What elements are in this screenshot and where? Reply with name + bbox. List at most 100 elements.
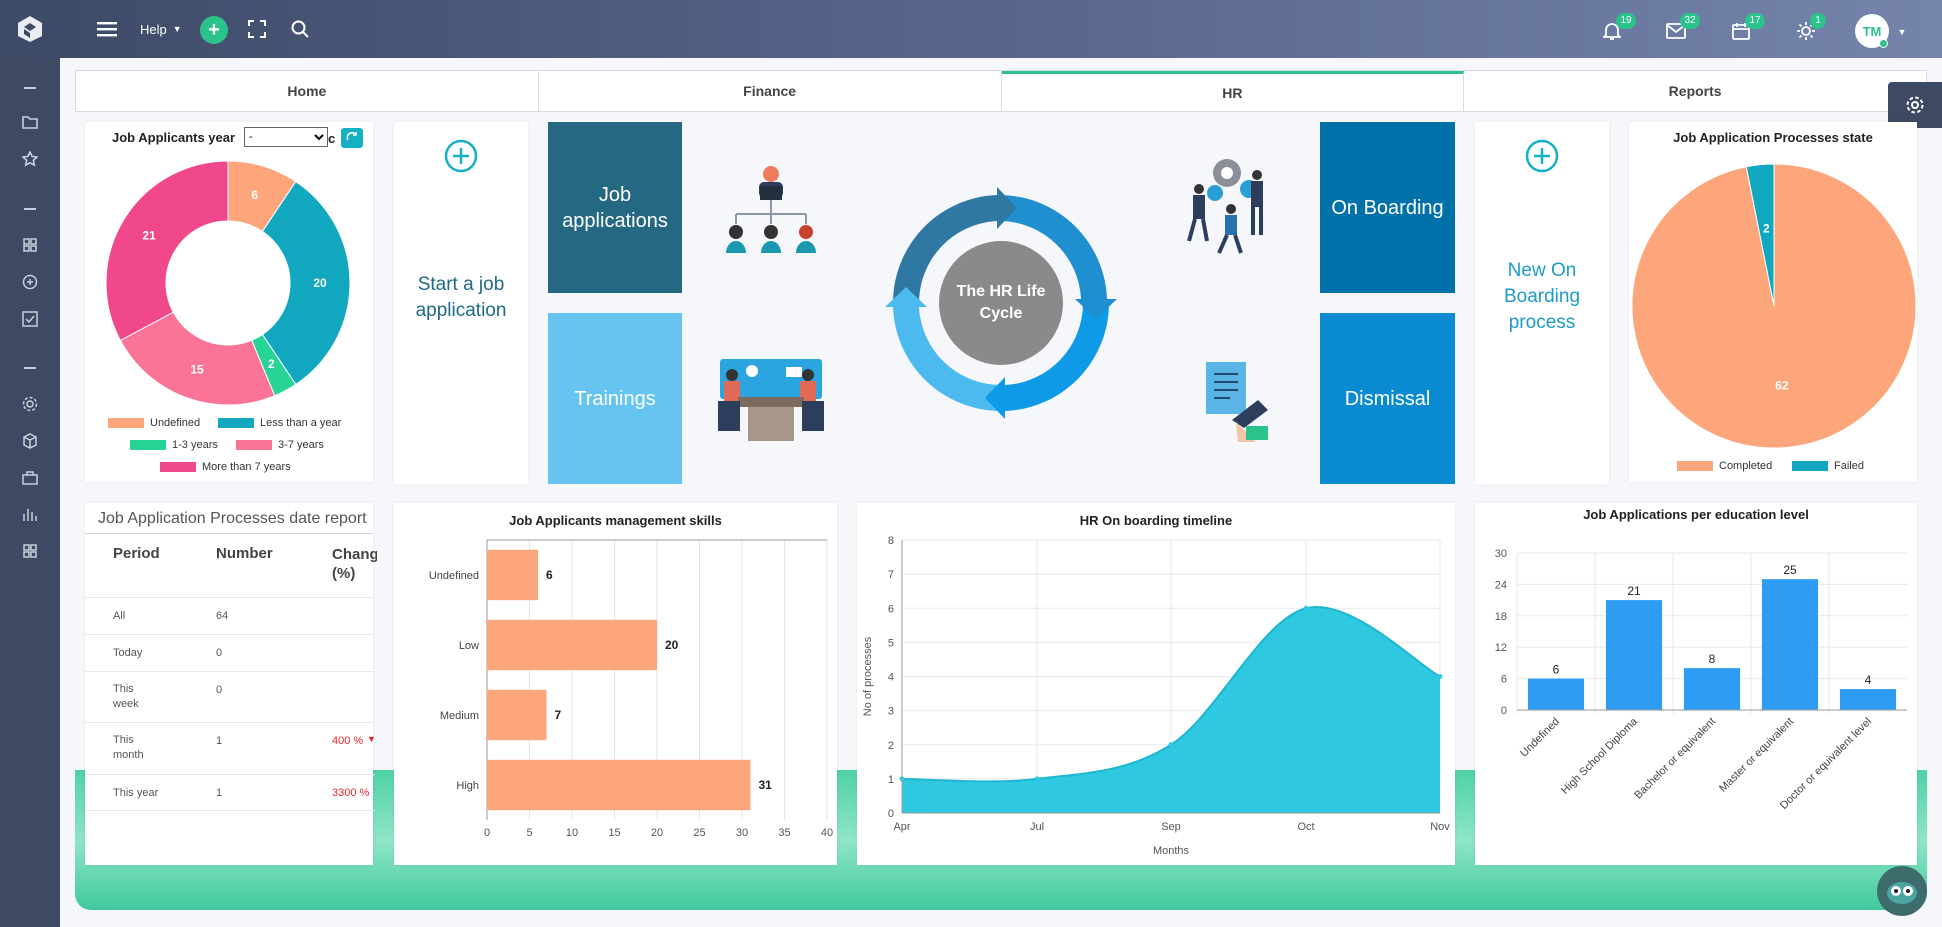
legend-1-3-years: 1-3 years: [130, 439, 218, 451]
menu-icon[interactable]: [96, 18, 118, 40]
avatar-chevron-icon[interactable]: ▼: [1896, 26, 1908, 38]
dismissal-label: Dismissal: [1344, 387, 1431, 410]
data-label: 8: [1709, 652, 1716, 666]
on-boarding-label: On Boarding: [1331, 196, 1444, 219]
bar-chart-icon[interactable]: [19, 503, 41, 525]
data-label: 7: [555, 708, 562, 722]
bar: [487, 689, 547, 741]
x-tick-label: 0: [484, 827, 490, 839]
x-tick-label: Master or equivalent: [1717, 716, 1796, 795]
legend-3-7-years: 3-7 years: [236, 439, 324, 451]
slice-label: 6: [251, 188, 258, 202]
header-period: Period: [113, 545, 160, 562]
education-level-title: Job Applications per education level: [1583, 507, 1809, 522]
tasks-badge: 1: [1810, 13, 1826, 29]
y-tick-label: 6: [888, 603, 894, 615]
dismissal-tile[interactable]: Dismissal: [1320, 313, 1455, 484]
tab-home[interactable]: Home: [76, 71, 539, 111]
y-tick-label: 7: [888, 569, 894, 581]
search-icon[interactable]: [289, 18, 311, 40]
job-applications-label: Job applications: [562, 183, 668, 232]
x-tick-label: Nov: [1430, 821, 1450, 833]
add-button[interactable]: +: [200, 16, 228, 44]
trainings-tile[interactable]: Trainings: [548, 313, 682, 484]
dashboard-tabs: Home Finance HR Reports: [75, 70, 1927, 112]
y-tick-label: 18: [1495, 611, 1507, 623]
bar: [1839, 689, 1897, 710]
hr-life-cycle-label: The HR Life Cycle: [956, 283, 1046, 322]
arrow-down-icon: ▼: [367, 734, 376, 744]
bar: [1683, 668, 1741, 710]
refresh-button[interactable]: [341, 128, 363, 148]
y-tick-label: High: [456, 780, 479, 792]
header-number: Number: [216, 545, 273, 562]
add-circle-icon[interactable]: [19, 271, 41, 293]
date-report-title: Job Application Processes date report: [98, 510, 367, 527]
help-menu[interactable]: Help ▼: [140, 18, 182, 40]
x-tick-label: 20: [651, 827, 663, 839]
y-tick-label: 4: [888, 672, 894, 684]
job-applications-tile[interactable]: Job applications: [548, 122, 682, 293]
y-tick-label: 24: [1495, 579, 1507, 591]
data-label: 21: [1627, 584, 1641, 598]
data-label: 4: [1865, 673, 1872, 687]
sidebar-divider: [24, 87, 36, 89]
table-row: This week 0: [85, 671, 375, 722]
data-point: [1034, 776, 1040, 782]
app-logo[interactable]: [14, 14, 46, 44]
y-tick-label: 5: [888, 637, 894, 649]
y-tick-label: 8: [888, 535, 894, 547]
y-tick-label: Medium: [440, 710, 479, 722]
x-tick-label: Oct: [1297, 821, 1314, 833]
y-tick-label: 3: [888, 706, 894, 718]
bar: [487, 759, 751, 811]
gear-icon[interactable]: [19, 393, 41, 415]
document-signing-illustration: [1206, 362, 1268, 442]
table-row: Today 0: [85, 634, 375, 671]
data-point: [1168, 742, 1174, 748]
table-row: All 64: [85, 597, 375, 634]
folder-icon[interactable]: [19, 111, 41, 133]
header-change: Chang (%): [332, 546, 377, 582]
on-boarding-tile[interactable]: On Boarding: [1320, 122, 1455, 293]
sidebar-divider: [24, 208, 36, 210]
fullscreen-icon[interactable]: [246, 18, 268, 40]
tab-reports[interactable]: Reports: [1464, 71, 1926, 111]
y-tick-label: 12: [1495, 642, 1507, 654]
start-job-application-label: Start a job application: [415, 274, 507, 321]
add-circle-icon[interactable]: [443, 138, 479, 174]
y-tick-label: 2: [888, 740, 894, 752]
year-select[interactable]: -: [244, 127, 328, 147]
chevron-down-icon: ▼: [172, 24, 182, 34]
y-tick-label: 0: [888, 808, 894, 820]
meeting-illustration: [718, 359, 824, 441]
x-tick-label: 10: [566, 827, 578, 839]
apps-icon[interactable]: [19, 540, 41, 562]
add-circle-icon[interactable]: [1524, 138, 1560, 174]
x-tick-label: Apr: [893, 821, 910, 833]
x-tick-label: Bachelor or equivalent: [1632, 716, 1718, 802]
bar: [487, 619, 657, 671]
y-tick-label: 6: [1501, 674, 1507, 686]
data-label: 31: [759, 778, 773, 792]
sidebar-divider: [24, 367, 36, 369]
slice-label: 2: [268, 357, 275, 371]
cube-icon[interactable]: [19, 430, 41, 452]
x-tick-label: 35: [778, 827, 790, 839]
grid-icon[interactable]: [19, 234, 41, 256]
data-label: 6: [546, 568, 553, 582]
star-icon[interactable]: [19, 148, 41, 170]
tab-finance[interactable]: Finance: [539, 71, 1002, 111]
y-axis-label: No of processes: [862, 636, 874, 716]
bar: [1761, 579, 1819, 710]
legend-failed: Failed: [1792, 460, 1864, 472]
y-tick-label: Low: [459, 640, 479, 652]
chatbot-button[interactable]: [1877, 866, 1927, 916]
tab-hr[interactable]: HR: [1001, 71, 1465, 111]
teamwork-illustration: [1187, 159, 1263, 254]
help-label: Help: [140, 21, 167, 37]
table-row: This month 1 400 % ▼: [85, 722, 376, 774]
briefcase-icon[interactable]: [19, 467, 41, 489]
x-tick-label: 40: [821, 827, 833, 839]
checkbox-icon[interactable]: [19, 308, 41, 330]
